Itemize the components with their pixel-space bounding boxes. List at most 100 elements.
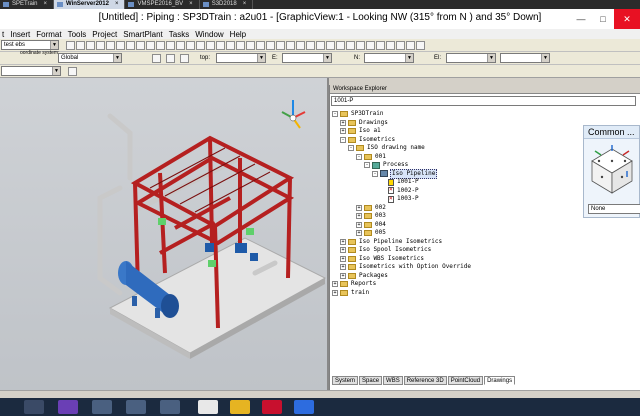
tree-node[interactable]: + Iso a1 bbox=[340, 127, 382, 135]
chevron-down-icon[interactable]: ▼ bbox=[52, 67, 60, 75]
menu-item[interactable]: Tools bbox=[68, 30, 87, 39]
menu-item[interactable]: Help bbox=[230, 30, 246, 39]
explorer-tab[interactable]: PointCloud bbox=[447, 376, 484, 385]
chevron-down-icon[interactable]: ▼ bbox=[487, 54, 495, 62]
toolbar-icon[interactable] bbox=[136, 41, 145, 50]
explorer-tab[interactable]: Reference 3D bbox=[403, 376, 447, 385]
toolbar-icon[interactable] bbox=[166, 41, 175, 50]
expand-toggle-icon[interactable]: + bbox=[340, 238, 346, 245]
expand-toggle-icon[interactable]: + bbox=[340, 264, 346, 270]
menu-item[interactable]: Insert bbox=[10, 30, 30, 39]
workspace-search-input[interactable]: 1001-P bbox=[331, 96, 636, 106]
chevron-down-icon[interactable]: ▼ bbox=[113, 54, 121, 62]
tree-node[interactable]: + Iso Spool Isometrics bbox=[340, 246, 432, 254]
menu-item[interactable]: t bbox=[2, 30, 4, 39]
toolbar-icon[interactable] bbox=[146, 41, 155, 50]
tree-node[interactable]: - 001 bbox=[356, 153, 387, 161]
e-field[interactable]: ▼ bbox=[282, 53, 332, 63]
toolbar-icon[interactable] bbox=[216, 41, 225, 50]
tree-node[interactable]: +005 bbox=[356, 229, 387, 237]
chevron-down-icon[interactable]: ▼ bbox=[405, 54, 413, 62]
toolbar-icon[interactable] bbox=[176, 41, 185, 50]
expand-toggle-icon[interactable]: + bbox=[332, 289, 338, 296]
taskbar-app-icon[interactable] bbox=[24, 400, 44, 414]
expand-toggle-icon[interactable]: + bbox=[340, 128, 346, 134]
toolbar-icon[interactable] bbox=[156, 41, 165, 50]
toolbar-icon[interactable] bbox=[116, 41, 125, 50]
expand-toggle-icon[interactable]: - bbox=[340, 136, 346, 143]
toolbar-icon[interactable] bbox=[406, 41, 415, 50]
expand-toggle-icon[interactable]: + bbox=[356, 230, 362, 236]
graphic-view[interactable] bbox=[0, 78, 329, 390]
taskbar-app-icon[interactable] bbox=[160, 400, 180, 414]
taskbar-app-icon[interactable] bbox=[230, 400, 250, 414]
tree-node[interactable]: 1003-P bbox=[380, 195, 420, 203]
expand-toggle-icon[interactable]: + bbox=[340, 272, 346, 279]
expand-toggle-icon[interactable]: + bbox=[356, 213, 362, 219]
expand-toggle-icon[interactable]: - bbox=[356, 153, 362, 160]
expand-toggle-icon[interactable]: + bbox=[332, 281, 338, 287]
taskbar-app-icon[interactable] bbox=[294, 400, 314, 414]
explorer-tab[interactable]: WBS bbox=[383, 376, 403, 385]
expand-toggle-icon[interactable]: - bbox=[364, 162, 370, 168]
tree-node[interactable]: 1002-P bbox=[380, 186, 420, 195]
menu-item[interactable]: Project bbox=[92, 30, 117, 39]
tree-node[interactable]: + train bbox=[332, 289, 370, 297]
toolbar-icon[interactable] bbox=[316, 41, 325, 50]
expand-toggle-icon[interactable]: + bbox=[340, 247, 346, 253]
extra-field[interactable]: ▼ bbox=[500, 53, 550, 63]
vm-tab[interactable]: S3D2018 × bbox=[200, 0, 254, 9]
tree-node[interactable]: - SP3DTrain bbox=[332, 110, 385, 118]
toolbar-icon[interactable] bbox=[356, 41, 365, 50]
minimize-button[interactable]: — bbox=[570, 9, 592, 29]
expand-toggle-icon[interactable]: + bbox=[356, 204, 362, 211]
toolbar-icon[interactable] bbox=[96, 41, 105, 50]
close-icon[interactable]: × bbox=[115, 1, 119, 7]
explorer-tab[interactable]: Drawings bbox=[484, 376, 516, 385]
vm-tab[interactable]: VMSPE2016_BV × bbox=[125, 0, 200, 9]
maximize-button[interactable]: □ bbox=[592, 9, 614, 29]
toolbar-icon[interactable] bbox=[246, 41, 255, 50]
tool-icon[interactable] bbox=[68, 67, 77, 76]
menu-item[interactable]: Window bbox=[195, 30, 223, 39]
close-icon[interactable]: × bbox=[189, 1, 193, 7]
toolbar-icon[interactable] bbox=[256, 41, 265, 50]
toolbar-icon[interactable] bbox=[196, 41, 205, 50]
vm-tab[interactable]: SPETrain × bbox=[0, 0, 54, 9]
tree-node[interactable]: +002 bbox=[356, 204, 387, 212]
toolbar-icon[interactable] bbox=[286, 41, 295, 50]
toolbar-icon[interactable] bbox=[306, 41, 315, 50]
toolbar-icon[interactable] bbox=[396, 41, 405, 50]
close-icon[interactable]: × bbox=[43, 1, 47, 7]
explorer-tab[interactable]: Space bbox=[359, 376, 383, 385]
toolbar-icon[interactable] bbox=[206, 41, 215, 50]
toolbar-icon[interactable] bbox=[106, 41, 115, 50]
tree-node[interactable]: + Reports bbox=[332, 280, 377, 288]
menu-item[interactable]: Format bbox=[36, 30, 61, 39]
coordinate-system-combo[interactable]: Global ▼ bbox=[58, 53, 122, 63]
filter-combo-2[interactable]: ▼ bbox=[1, 66, 61, 76]
tool-icon[interactable] bbox=[180, 54, 189, 63]
tree-node[interactable]: +004 bbox=[356, 221, 387, 229]
visual-studio-icon[interactable] bbox=[58, 400, 78, 414]
expand-toggle-icon[interactable]: - bbox=[372, 170, 378, 177]
expand-toggle-icon[interactable]: + bbox=[340, 255, 346, 262]
toolbar-icon[interactable] bbox=[126, 41, 135, 50]
toolbar-icon[interactable] bbox=[376, 41, 385, 50]
toolbar-icon[interactable] bbox=[266, 41, 275, 50]
menu-item[interactable]: SmartPlant bbox=[123, 30, 163, 39]
tree-node[interactable]: +003 bbox=[356, 212, 387, 220]
toolbar-icon[interactable] bbox=[386, 41, 395, 50]
menu-item[interactable]: Tasks bbox=[169, 30, 189, 39]
toolbar-icon[interactable] bbox=[296, 41, 305, 50]
el-field[interactable]: ▼ bbox=[446, 53, 496, 63]
tool-icon[interactable] bbox=[166, 54, 175, 63]
vm-tab[interactable]: WinServer2012 × bbox=[53, 0, 126, 9]
toolbar-icon[interactable] bbox=[226, 41, 235, 50]
tool-icon[interactable] bbox=[152, 54, 161, 63]
chevron-down-icon[interactable]: ▼ bbox=[323, 54, 331, 62]
document-icon[interactable] bbox=[198, 400, 218, 414]
toolbar-icon[interactable] bbox=[276, 41, 285, 50]
top-combo[interactable]: ▼ bbox=[216, 53, 266, 63]
expand-toggle-icon[interactable]: - bbox=[348, 145, 354, 151]
